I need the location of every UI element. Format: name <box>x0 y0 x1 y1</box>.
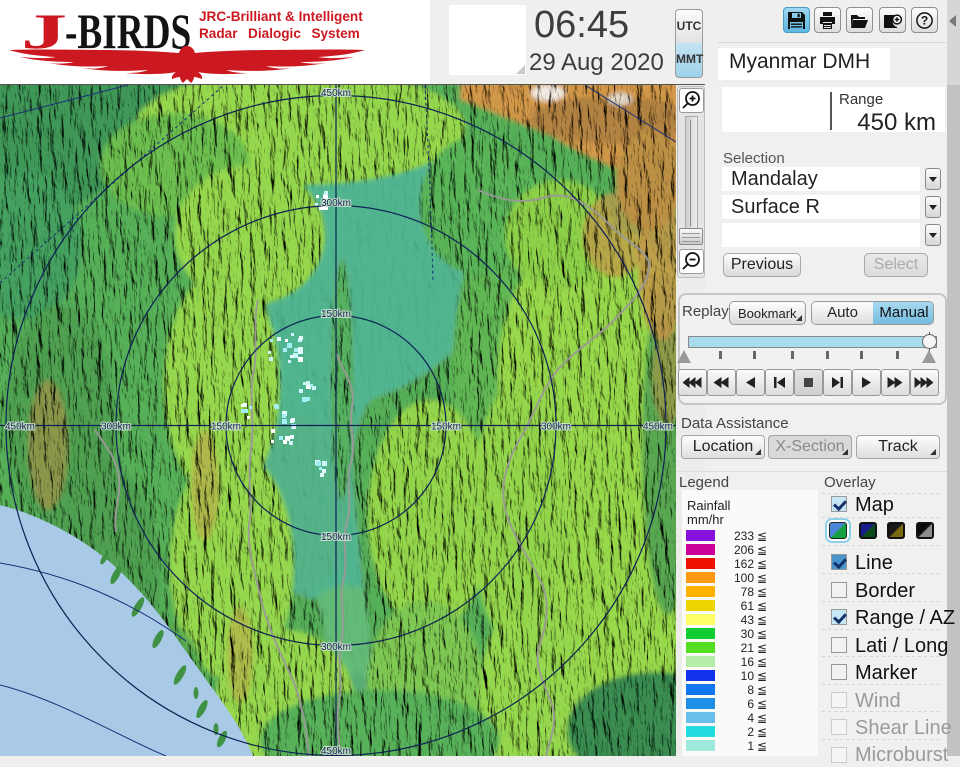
svg-text:450km: 450km <box>321 746 351 756</box>
svg-text:150km: 150km <box>321 532 351 543</box>
svg-text:450km: 450km <box>643 422 673 433</box>
svg-text:150km: 150km <box>211 422 241 433</box>
svg-text:450km: 450km <box>5 422 35 433</box>
svg-text:300km: 300km <box>321 642 351 653</box>
svg-text:300km: 300km <box>321 198 351 209</box>
svg-text:150km: 150km <box>321 309 351 320</box>
svg-text:150km: 150km <box>431 422 461 433</box>
svg-text:450km: 450km <box>321 88 351 99</box>
svg-text:300km: 300km <box>541 422 571 433</box>
svg-text:300km: 300km <box>101 422 131 433</box>
svg-text:?: ? <box>921 14 928 28</box>
